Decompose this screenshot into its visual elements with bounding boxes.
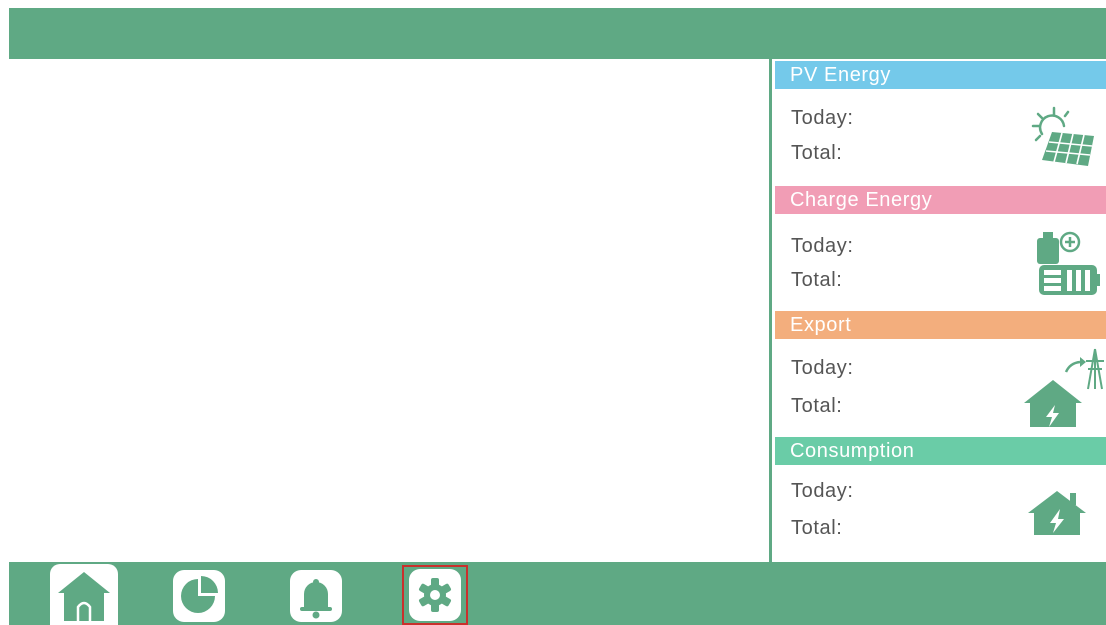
nav-statistics-button[interactable] [171, 570, 227, 622]
pv-total-label: Total: [791, 142, 843, 164]
house-consumption-icon [1028, 491, 1086, 535]
charge-today-label: Today: [791, 235, 854, 257]
bottom-nav-bar [9, 562, 1106, 625]
home-icon [58, 571, 110, 621]
solar-panel-icon [1031, 106, 1094, 166]
pv-energy-header: PV Energy [775, 61, 1106, 89]
nav-settings-button[interactable] [402, 565, 468, 625]
main-content-area [9, 59, 769, 562]
consumption-header: Consumption [775, 437, 1106, 465]
charge-energy-header: Charge Energy [775, 186, 1106, 214]
charge-total-label: Total: [791, 269, 843, 291]
consumption-total-label: Total: [791, 517, 843, 539]
gear-icon [409, 569, 461, 621]
consumption-today-label: Today: [791, 480, 854, 502]
export-today-label: Today: [791, 357, 854, 379]
house-export-grid-icon [1024, 348, 1104, 427]
export-header: Export [775, 311, 1106, 339]
energy-summary-panel: PV Energy Today: Total: Charge Energy To… [769, 59, 1106, 562]
pv-today-label: Today: [791, 107, 854, 129]
nav-home-button[interactable] [50, 564, 118, 625]
bell-icon [290, 570, 342, 622]
top-bar [9, 8, 1106, 59]
battery-charge-icon [1037, 231, 1100, 295]
nav-alarm-button[interactable] [288, 570, 344, 622]
pie-chart-icon [173, 570, 225, 622]
export-total-label: Total: [791, 395, 843, 417]
